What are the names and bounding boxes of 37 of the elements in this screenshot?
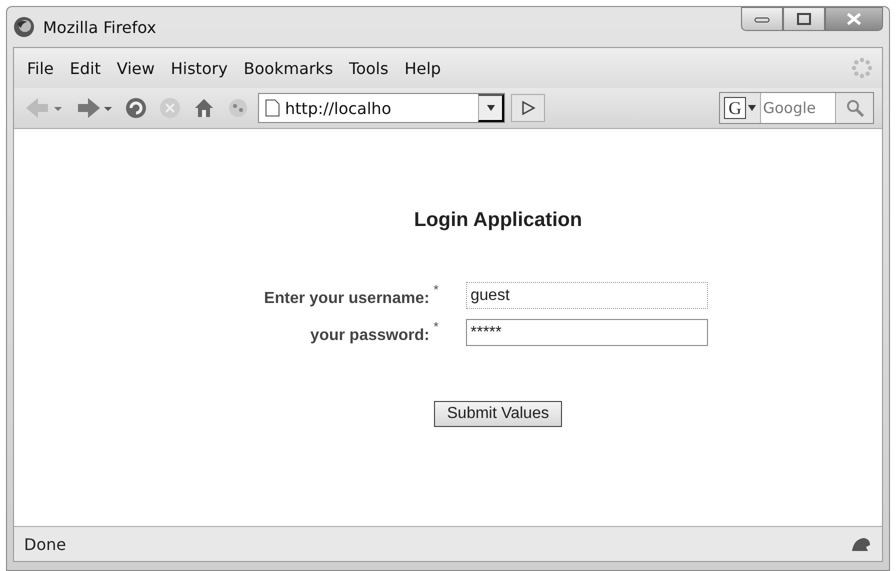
- throbber-icon: [850, 56, 874, 80]
- field-label: your password:: [310, 327, 430, 345]
- status-text: Done: [24, 534, 66, 554]
- maximize-icon: [797, 13, 811, 25]
- required-mark: *: [433, 282, 438, 297]
- menu-item[interactable]: History: [166, 56, 233, 80]
- menu-item[interactable]: Edit: [64, 56, 106, 80]
- search-engine-logo: G: [724, 97, 746, 119]
- required-mark: *: [433, 319, 438, 334]
- menu-item[interactable]: View: [112, 56, 160, 80]
- search-engine-button[interactable]: G: [720, 93, 761, 123]
- minimize-button[interactable]: [741, 7, 783, 31]
- page-heading: Login Application: [414, 209, 582, 232]
- input-field[interactable]: *****: [466, 319, 708, 346]
- submit-button[interactable]: Submit Values: [434, 401, 562, 427]
- play-icon: [520, 100, 536, 116]
- search-icon: [844, 98, 864, 118]
- menu-item[interactable]: Help: [399, 56, 446, 80]
- menu-item[interactable]: Tools: [344, 56, 394, 80]
- close-button[interactable]: [825, 7, 883, 31]
- window-title: Mozilla Firefox: [43, 18, 156, 36]
- menu-item[interactable]: File: [22, 56, 59, 80]
- input-field[interactable]: guest: [466, 282, 708, 309]
- field-label: Enter your username:: [264, 290, 430, 308]
- maximize-button[interactable]: [783, 7, 825, 31]
- minimize-icon: [754, 15, 770, 23]
- dropdown-button[interactable]: [478, 94, 504, 122]
- close-icon: [846, 12, 862, 26]
- address-text: http://localho: [285, 98, 392, 118]
- search-button[interactable]: [835, 93, 873, 123]
- search-bar[interactable]: G Google: [719, 92, 874, 124]
- firefox-logo-icon: [13, 16, 35, 38]
- menu-item[interactable]: Bookmarks: [238, 56, 338, 80]
- caret-icon: [486, 104, 496, 112]
- address-bar[interactable]: http://localho: [258, 93, 505, 123]
- caret-icon: [748, 105, 756, 111]
- go-button[interactable]: [511, 94, 545, 122]
